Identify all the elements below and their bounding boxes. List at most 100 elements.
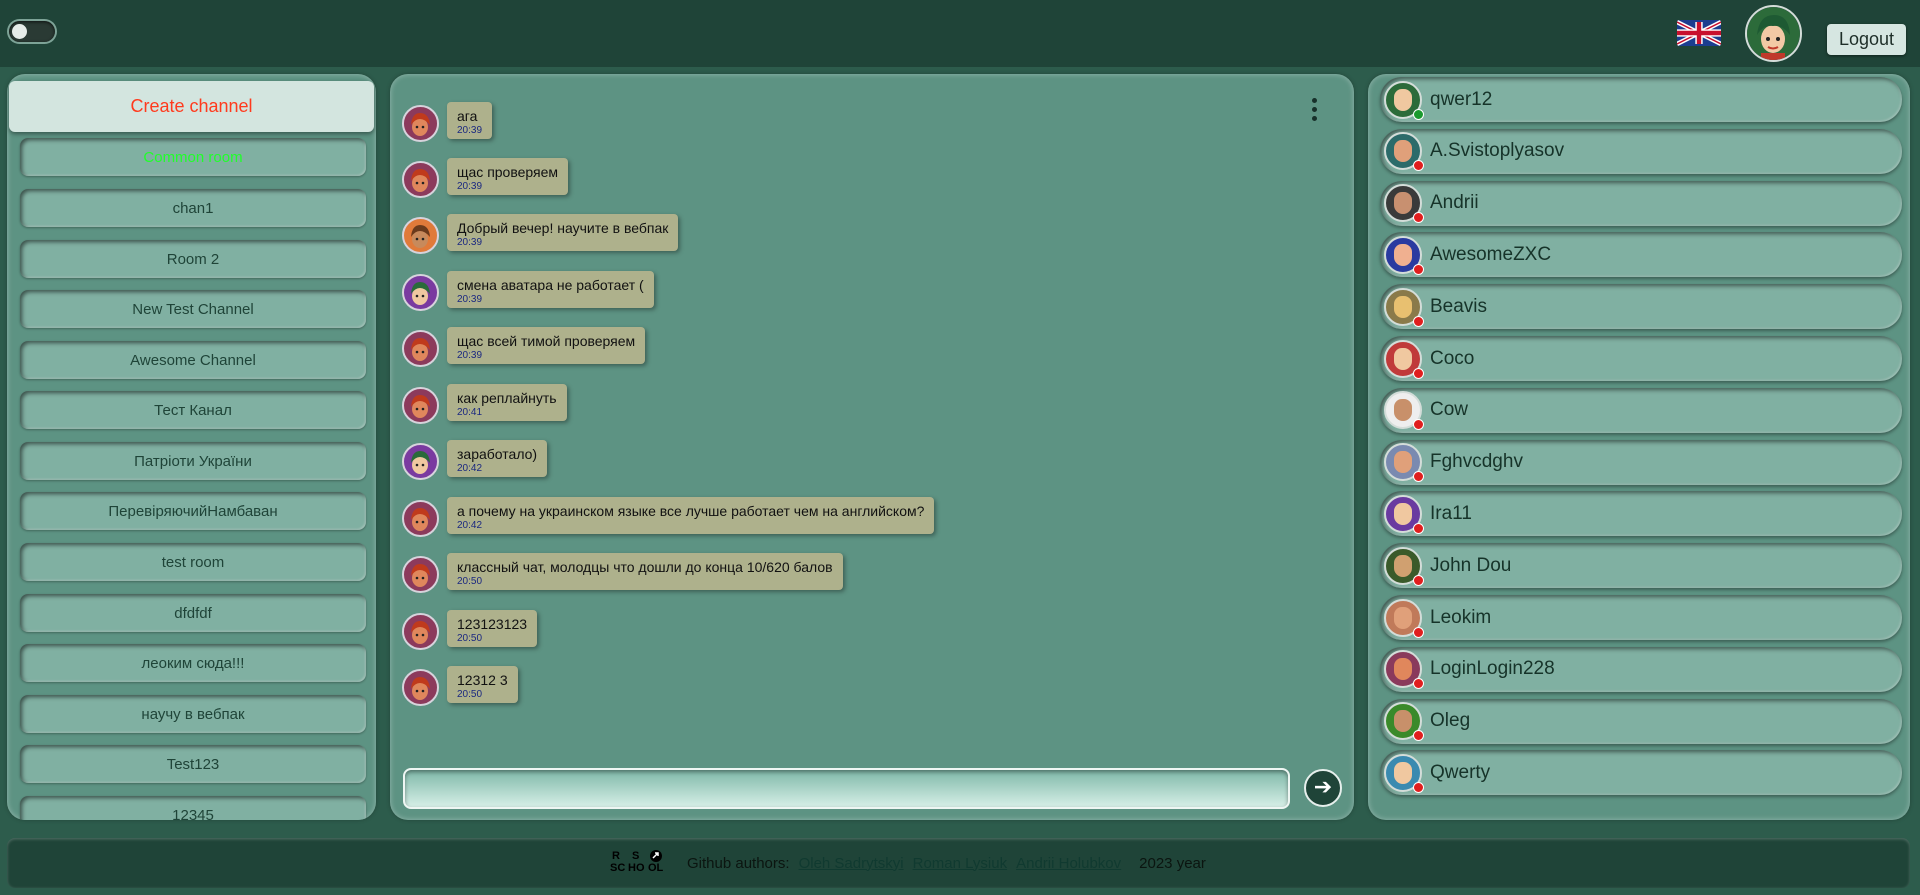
message-bubble[interactable]: щас проверяем 20:39 xyxy=(447,158,569,195)
message-time: 20:50 xyxy=(457,576,483,587)
message-bubble[interactable]: а почему на украинском языке все лучше р… xyxy=(447,497,935,534)
message-bubble[interactable]: щас всей тимой проверяем 20:39 xyxy=(447,327,646,364)
user-list-item[interactable]: Fghvcdghv xyxy=(1380,439,1902,485)
message-bubble[interactable]: классный чат, молодцы что дошли до конца… xyxy=(447,553,843,590)
user-list-item[interactable]: Coco xyxy=(1380,336,1902,381)
user-list-item[interactable]: A.Svistoplyasov xyxy=(1380,128,1902,174)
message-item: классный чат, молодцы что дошли до конца… xyxy=(402,553,843,593)
channel-item[interactable]: 12345 xyxy=(20,796,366,820)
sender-avatar[interactable] xyxy=(402,669,439,706)
user-list-item[interactable]: Leokim xyxy=(1380,595,1902,640)
channel-item[interactable]: dfdfdf xyxy=(20,594,366,632)
sender-avatar[interactable] xyxy=(402,556,439,593)
user-avatar xyxy=(1384,235,1424,275)
status-indicator xyxy=(1413,160,1424,172)
channel-item[interactable]: Test123 xyxy=(20,745,366,783)
user-list-item[interactable]: Qwerty xyxy=(1380,750,1902,796)
user-name: qwer12 xyxy=(1430,88,1493,110)
status-indicator xyxy=(1413,730,1424,742)
user-avatar xyxy=(1384,598,1424,638)
status-indicator xyxy=(1413,678,1424,690)
channel-item[interactable]: Room 2 xyxy=(20,240,366,278)
message-bubble[interactable]: ага 20:39 xyxy=(447,102,493,139)
uk-flag-icon[interactable] xyxy=(1677,20,1721,46)
user-name: Ira11 xyxy=(1430,502,1472,524)
sender-avatar[interactable] xyxy=(402,443,439,480)
author-link[interactable]: Roman Lysiuk xyxy=(913,855,1007,872)
status-indicator xyxy=(1413,263,1424,275)
status-indicator xyxy=(1413,626,1424,638)
create-channel-button[interactable]: Create channel xyxy=(9,81,374,132)
footer: R S SC HO OL Github authors: Oleh Sadryt… xyxy=(7,838,1910,888)
user-list-item[interactable]: Beavis xyxy=(1380,284,1902,330)
user-name: Qwerty xyxy=(1430,761,1491,783)
logout-button[interactable]: Logout xyxy=(1827,24,1906,55)
status-indicator xyxy=(1413,781,1424,793)
sender-avatar[interactable] xyxy=(402,105,439,142)
channel-item[interactable]: научу в вебпак xyxy=(20,695,366,733)
message-bubble[interactable]: Добрый вечер! научите в вебпак 20:39 xyxy=(447,214,679,251)
github-label: Github authors: xyxy=(687,854,790,872)
message-item: щас всей тимой проверяем 20:39 xyxy=(402,327,646,367)
channel-item[interactable]: New Test Channel xyxy=(20,290,366,328)
status-indicator xyxy=(1413,522,1424,534)
message-text: щас всей тимой проверяем xyxy=(457,333,636,349)
user-name: A.Svistoplyasov xyxy=(1430,140,1565,162)
message-bubble[interactable]: заработало) 20:42 xyxy=(447,440,548,477)
more-options-icon[interactable] xyxy=(1308,98,1320,128)
message-text: смена аватара не работает ( xyxy=(457,277,644,293)
user-list-item[interactable]: LoginLogin228 xyxy=(1380,646,1902,692)
toggle-knob xyxy=(12,24,27,39)
user-list-item[interactable]: Ira11 xyxy=(1380,491,1902,537)
sender-avatar[interactable] xyxy=(402,500,439,537)
message-bubble[interactable]: смена аватара не работает (20:39 xyxy=(447,271,654,308)
message-text: ага xyxy=(457,108,478,124)
channel-item[interactable]: chan1 xyxy=(20,189,366,227)
status-indicator xyxy=(1413,419,1424,431)
author-link[interactable]: Oleh Sadrytskyi xyxy=(799,855,904,872)
message-bubble[interactable]: 123123123 20:50 xyxy=(447,610,538,647)
theme-toggle[interactable] xyxy=(9,21,55,42)
channel-item[interactable]: Common room xyxy=(20,138,366,176)
message-bubble[interactable]: 12312 3 20:50 xyxy=(447,666,518,703)
sender-avatar[interactable] xyxy=(402,387,439,424)
user-list-item[interactable]: John Dou xyxy=(1380,543,1902,589)
message-text: 123123123 xyxy=(457,616,528,632)
message-time: 20:39 xyxy=(457,350,483,361)
channel-item[interactable]: Тест Канал xyxy=(20,391,366,429)
top-bar: Logout xyxy=(0,0,1920,67)
user-list-item[interactable]: Cow xyxy=(1380,387,1902,433)
sender-avatar[interactable] xyxy=(402,161,439,198)
user-avatar xyxy=(1384,132,1424,172)
channel-item[interactable]: Awesome Channel xyxy=(20,341,366,379)
message-text: щас проверяем xyxy=(457,164,559,180)
channel-item[interactable]: test room xyxy=(20,543,366,581)
sender-avatar[interactable] xyxy=(402,217,439,254)
sender-avatar[interactable] xyxy=(402,613,439,650)
user-list-item[interactable]: AwesomeZXC xyxy=(1380,232,1902,278)
sender-avatar[interactable] xyxy=(402,330,439,367)
user-avatar xyxy=(1384,650,1424,690)
sender-avatar[interactable] xyxy=(402,274,439,311)
rs-school-logo[interactable]: R S SC HO OL xyxy=(610,850,672,876)
copyright-year: 2023 year xyxy=(1139,854,1206,872)
arrow-right-icon: ➔ xyxy=(1313,774,1333,799)
channel-item[interactable]: ПеревіряючийНамбаван xyxy=(20,492,366,530)
user-list-item[interactable]: Oleg xyxy=(1380,698,1902,744)
user-avatar xyxy=(1384,339,1424,379)
message-bubble[interactable]: как реплайнуть 20:41 xyxy=(447,384,567,421)
message-time: 20:50 xyxy=(457,689,483,700)
channel-item[interactable]: леоким сюда!!! xyxy=(20,644,366,682)
user-avatar xyxy=(1384,287,1424,327)
send-button[interactable]: ➔ xyxy=(1304,769,1342,807)
message-time: 20:41 xyxy=(457,407,483,418)
current-user-avatar[interactable] xyxy=(1745,5,1802,62)
message-input[interactable] xyxy=(403,768,1290,809)
user-list-item[interactable]: qwer12 xyxy=(1380,77,1902,122)
message-time: 20:42 xyxy=(457,463,483,474)
user-avatar xyxy=(1384,443,1424,483)
message-text: как реплайнуть xyxy=(457,390,557,406)
user-list-item[interactable]: Andrii xyxy=(1380,180,1902,226)
channel-item[interactable]: Патріоти України xyxy=(20,442,366,480)
author-link[interactable]: Andrii Holubkov xyxy=(1016,855,1121,872)
